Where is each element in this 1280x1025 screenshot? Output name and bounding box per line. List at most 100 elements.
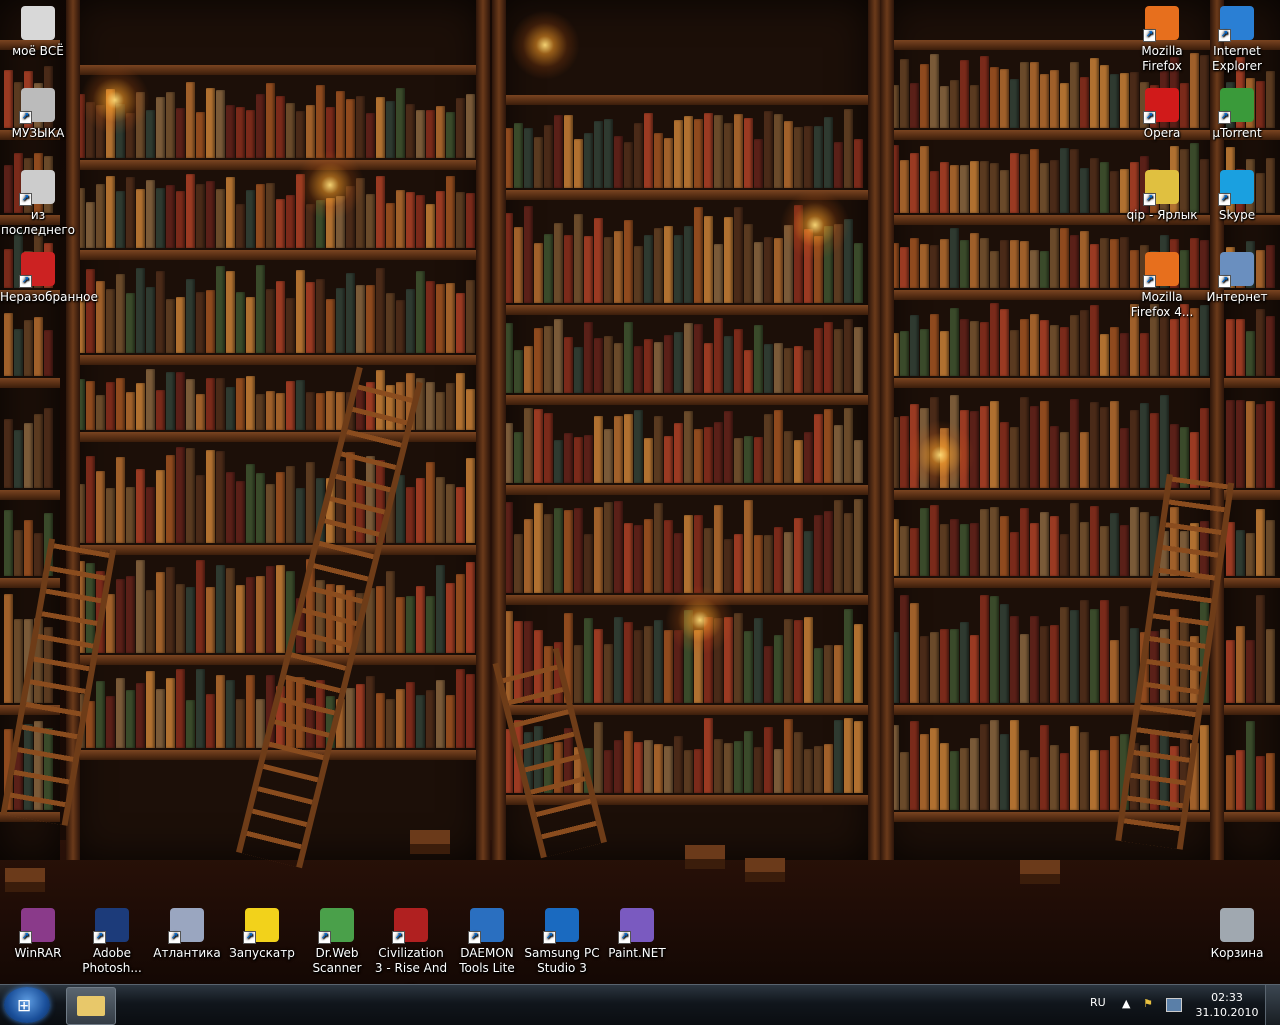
desktop-icon[interactable]: ↗ µTorrent <box>1199 82 1275 141</box>
language-indicator[interactable]: RU <box>1090 996 1106 1009</box>
book <box>426 281 435 353</box>
folder-document-icon <box>21 6 55 40</box>
book <box>1010 330 1019 376</box>
desktop-icon[interactable]: ↗ МУЗЫКА <box>0 82 76 141</box>
book <box>990 303 999 376</box>
book <box>644 740 653 793</box>
book <box>1256 595 1265 703</box>
shortcut-arrow-icon: ↗ <box>243 931 256 944</box>
book <box>784 431 793 483</box>
book <box>744 118 753 188</box>
book <box>684 750 693 793</box>
explorer-taskbar-button[interactable] <box>66 987 116 1025</box>
book <box>1200 305 1209 376</box>
desktop-icon-label: Adobe Photosh... <box>82 946 142 975</box>
book <box>980 238 989 288</box>
book <box>950 308 959 376</box>
book <box>604 429 613 483</box>
drweb-icon: ↗ <box>318 908 354 944</box>
book <box>436 477 445 543</box>
desktop-icon[interactable]: ↗ Dr.Web Scanner <box>299 902 375 976</box>
desktop-icon[interactable]: ↗ Civilization 3 - Rise And ... <box>373 902 449 991</box>
desktop-icon-label: DAEMON Tools Lite <box>459 946 515 975</box>
book <box>226 271 235 353</box>
book <box>426 596 435 653</box>
book <box>1090 750 1099 810</box>
show-hidden-icons-arrow-icon[interactable]: ▲ <box>1122 997 1130 1010</box>
desktop-icon[interactable]: ↗ из последнего <box>0 164 76 238</box>
book <box>116 678 125 748</box>
book <box>1130 507 1139 576</box>
book <box>1050 625 1059 703</box>
book <box>694 429 703 483</box>
book <box>1170 319 1179 376</box>
book <box>106 176 115 248</box>
book <box>206 378 215 430</box>
book <box>764 646 773 703</box>
book <box>1110 74 1119 128</box>
shelf <box>72 250 482 260</box>
book <box>900 59 909 128</box>
book <box>644 626 653 703</box>
book <box>704 113 713 188</box>
book <box>1010 616 1019 703</box>
book <box>196 292 205 353</box>
desktop-icon[interactable]: ↗ Неразобранное <box>0 246 98 305</box>
book <box>456 293 465 353</box>
shelf <box>1222 378 1280 388</box>
clock[interactable]: 02:33 31.10.2010 <box>1194 990 1260 1020</box>
desktop-icon[interactable]: ↗ DAEMON Tools Lite <box>449 902 525 976</box>
book <box>684 323 693 393</box>
book <box>824 322 833 393</box>
book <box>1246 533 1255 576</box>
book <box>1070 315 1079 376</box>
book <box>306 105 315 158</box>
book <box>920 734 929 810</box>
book <box>44 408 53 488</box>
firefox-icon: ↗ <box>1143 6 1179 42</box>
book <box>456 669 465 748</box>
desktop-icon[interactable]: Корзина <box>1199 902 1275 961</box>
desktop-icon[interactable]: моё ВСЁ <box>0 0 76 59</box>
book <box>156 97 165 158</box>
desktop-icon[interactable]: ↗ Paint.NET <box>599 902 675 961</box>
desktop-icon[interactable]: ↗ qip - Ярлык <box>1124 164 1200 223</box>
book <box>196 394 205 430</box>
book <box>256 473 265 543</box>
book <box>634 123 643 188</box>
book <box>146 180 155 248</box>
photoshop-icon: ↗ <box>93 908 129 944</box>
desktop-icon[interactable]: ↗ Internet Explorer <box>1199 0 1275 74</box>
desktop-icon[interactable]: ↗ WinRAR <box>0 902 76 961</box>
desktop-icon[interactable]: ↗ Атлантика <box>149 902 225 961</box>
desktop-icon[interactable]: ↗ Интернет <box>1199 246 1275 305</box>
desktop-icon[interactable]: ↗ Mozilla Firefox <box>1124 0 1200 74</box>
book <box>14 430 23 488</box>
book <box>396 88 405 158</box>
desktop-icon[interactable]: ↗ Samsung PC Studio 3 <box>524 902 600 976</box>
desktop-icon[interactable]: ↗ Opera <box>1124 82 1200 141</box>
book <box>940 524 949 576</box>
book <box>930 245 939 288</box>
book <box>1050 70 1059 128</box>
desktop-icon[interactable]: ↗ Запускатр <box>224 902 300 961</box>
desktop-icon[interactable]: ↗ Skype <box>1199 164 1275 223</box>
book <box>286 195 295 248</box>
book <box>854 440 863 483</box>
book <box>436 106 445 158</box>
desktop-icon[interactable]: ↗ Mozilla Firefox 4... <box>1124 246 1200 320</box>
book <box>764 535 773 593</box>
show-desktop-button[interactable] <box>1265 985 1280 1025</box>
book <box>246 297 255 353</box>
start-button[interactable]: ⊞ <box>4 987 50 1023</box>
network-tray-icon[interactable] <box>1166 998 1182 1012</box>
book <box>1040 512 1049 576</box>
shelf <box>500 95 870 105</box>
book <box>176 584 185 653</box>
desktop-icon[interactable]: ↗ Adobe Photosh... <box>74 902 150 976</box>
book <box>126 177 135 248</box>
book <box>574 508 583 593</box>
book <box>146 110 155 158</box>
book <box>910 153 919 213</box>
action-center-flag-icon[interactable]: ⚑ <box>1143 997 1153 1010</box>
